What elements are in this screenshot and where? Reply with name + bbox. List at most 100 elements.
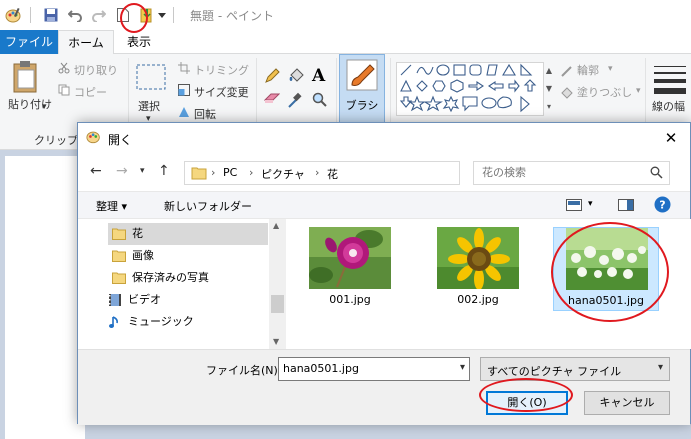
- resize-icon[interactable]: [178, 84, 190, 99]
- canvas[interactable]: [5, 156, 85, 439]
- brush-button[interactable]: ブラシ: [339, 54, 385, 124]
- pencil-icon[interactable]: [264, 68, 280, 87]
- text-tool-icon[interactable]: A: [312, 66, 325, 86]
- command-bar: 整理 ▾ 新しいフォルダー ▾ ?: [78, 191, 690, 219]
- back-arrow-icon[interactable]: ←: [90, 163, 102, 179]
- new-folder-button[interactable]: 新しいフォルダー: [164, 198, 252, 214]
- file-item[interactable]: 001.jpg: [297, 227, 403, 311]
- filetype-value: すべてのピクチャ ファイル: [487, 365, 622, 378]
- fill-label[interactable]: 塗りつぶし: [577, 84, 632, 100]
- breadcrumb-flower[interactable]: 花: [327, 166, 338, 182]
- outline-label[interactable]: 輪郭: [577, 62, 599, 78]
- scroll-down-icon[interactable]: ▼: [273, 337, 279, 346]
- close-icon[interactable]: ✕: [662, 129, 680, 147]
- crop-icon[interactable]: [178, 62, 190, 77]
- scrollbar-thumb[interactable]: [271, 295, 284, 313]
- shapes-gallery[interactable]: [396, 62, 544, 116]
- morning-glory-thumbnail: [309, 227, 391, 289]
- navigation-bar: ← → ▾ ↑ › PC › ピクチャ › 花 ▾ ↻: [78, 153, 690, 191]
- scroll-up-icon[interactable]: ▲: [273, 221, 279, 230]
- paste-dropdown-icon[interactable]: ▾: [42, 102, 47, 112]
- search-input[interactable]: [482, 166, 642, 179]
- save-icon[interactable]: [41, 5, 61, 25]
- white-clover-thumbnail: [566, 228, 648, 290]
- filename-combobox[interactable]: ▾: [278, 357, 470, 381]
- copy-icon[interactable]: [58, 84, 70, 99]
- tab-file[interactable]: ファイル: [0, 30, 58, 54]
- shapes-scroll-icon[interactable]: ▲ ▼ ▾: [544, 62, 554, 116]
- nav-item-saved-pictures[interactable]: 保存済みの写真: [112, 267, 272, 289]
- view-dropdown-icon[interactable]: ▾: [588, 199, 593, 209]
- resize-label[interactable]: サイズ変更: [194, 84, 249, 100]
- tab-view[interactable]: 表示: [116, 30, 162, 54]
- recent-locations-icon[interactable]: ▾: [140, 166, 145, 176]
- music-icon: [108, 315, 122, 329]
- outline-icon[interactable]: [560, 64, 574, 81]
- select-label[interactable]: 選択: [138, 98, 160, 114]
- breadcrumb-pictures[interactable]: ピクチャ: [261, 166, 305, 182]
- search-box[interactable]: [473, 161, 670, 185]
- folder-icon: [112, 272, 126, 284]
- organize-button[interactable]: 整理 ▾: [96, 198, 127, 214]
- open-dialog: 開く ✕ ← → ▾ ↑ › PC › ピクチャ › 花 ▾ ↻ 整理: [77, 122, 691, 425]
- copy-label[interactable]: コピー: [74, 84, 107, 100]
- nav-item-music[interactable]: ミュージック: [108, 311, 268, 333]
- eraser-icon[interactable]: [263, 92, 281, 107]
- svg-text:?: ?: [659, 199, 665, 212]
- crop-label[interactable]: トリミング: [194, 62, 249, 78]
- line-width-icon[interactable]: [654, 64, 686, 97]
- undo-icon[interactable]: [65, 5, 85, 25]
- cut-label[interactable]: 切り取り: [74, 62, 118, 78]
- outline-dropdown-icon[interactable]: ▾: [608, 64, 613, 74]
- select-icon[interactable]: [136, 64, 166, 93]
- filetype-dropdown-icon[interactable]: ▾: [658, 362, 663, 373]
- cut-icon[interactable]: [58, 62, 70, 77]
- dialog-footer: ファイル名(N): ▾ すべてのピクチャ ファイル ▾ 開く(O) キャンセル: [78, 349, 690, 425]
- paint-app-icon[interactable]: [4, 5, 24, 25]
- magnifier-icon[interactable]: [312, 92, 328, 111]
- forward-arrow-icon[interactable]: →: [116, 163, 128, 179]
- new-file-icon[interactable]: [113, 5, 133, 25]
- nav-item-videos[interactable]: ビデオ: [108, 289, 268, 311]
- rotate-icon[interactable]: [178, 106, 190, 121]
- fill-dropdown-icon[interactable]: ▾: [636, 86, 641, 96]
- toolbar-separator: [30, 7, 31, 23]
- paste-icon[interactable]: [12, 60, 40, 97]
- search-icon[interactable]: [650, 166, 663, 182]
- change-view-icon[interactable]: [566, 199, 582, 214]
- paint-app-icon: [86, 129, 102, 147]
- open-file-icon[interactable]: [137, 5, 157, 25]
- cancel-button[interactable]: キャンセル: [584, 391, 670, 415]
- fill-icon[interactable]: [560, 86, 574, 103]
- file-name: 002.jpg: [457, 293, 499, 306]
- rotate-label[interactable]: 回転: [194, 106, 216, 122]
- file-list: 001.jpg 002.jpg hana0501.jpg: [287, 219, 691, 349]
- window-title: 無題 - ペイント: [190, 8, 274, 23]
- breadcrumb-separator: ›: [315, 166, 320, 179]
- customize-qat-icon[interactable]: [157, 5, 167, 25]
- nav-item-images[interactable]: 画像: [112, 245, 272, 267]
- help-icon[interactable]: ?: [654, 196, 671, 216]
- nav-item-label: 保存済みの写真: [132, 271, 209, 284]
- fill-bucket-icon[interactable]: [288, 68, 304, 87]
- folder-icon: [112, 228, 126, 240]
- color-picker-icon[interactable]: [288, 92, 302, 111]
- line-width-label[interactable]: 線の幅: [652, 98, 685, 114]
- breadcrumb-separator: ›: [249, 166, 254, 179]
- nav-item-flower[interactable]: 花: [108, 223, 268, 245]
- filetype-select[interactable]: すべてのピクチャ ファイル ▾: [480, 357, 670, 381]
- filename-dropdown-icon[interactable]: ▾: [460, 362, 465, 373]
- preview-pane-icon[interactable]: [618, 199, 634, 214]
- open-button[interactable]: 開く(O): [486, 391, 568, 415]
- filename-input[interactable]: [283, 362, 443, 375]
- tab-home[interactable]: ホーム: [58, 30, 114, 55]
- file-item[interactable]: 002.jpg: [425, 227, 531, 311]
- breadcrumb-pc[interactable]: PC: [223, 166, 237, 179]
- nav-item-label: 画像: [132, 249, 154, 262]
- redo-icon[interactable]: [89, 5, 109, 25]
- file-item-selected[interactable]: hana0501.jpg: [553, 227, 659, 311]
- address-bar[interactable]: › PC › ピクチャ › 花 ▾ ↻: [184, 161, 557, 185]
- nav-scrollbar[interactable]: ▲ ▼: [269, 219, 286, 349]
- nav-item-label: ミュージック: [128, 315, 194, 328]
- up-arrow-icon[interactable]: ↑: [158, 163, 170, 179]
